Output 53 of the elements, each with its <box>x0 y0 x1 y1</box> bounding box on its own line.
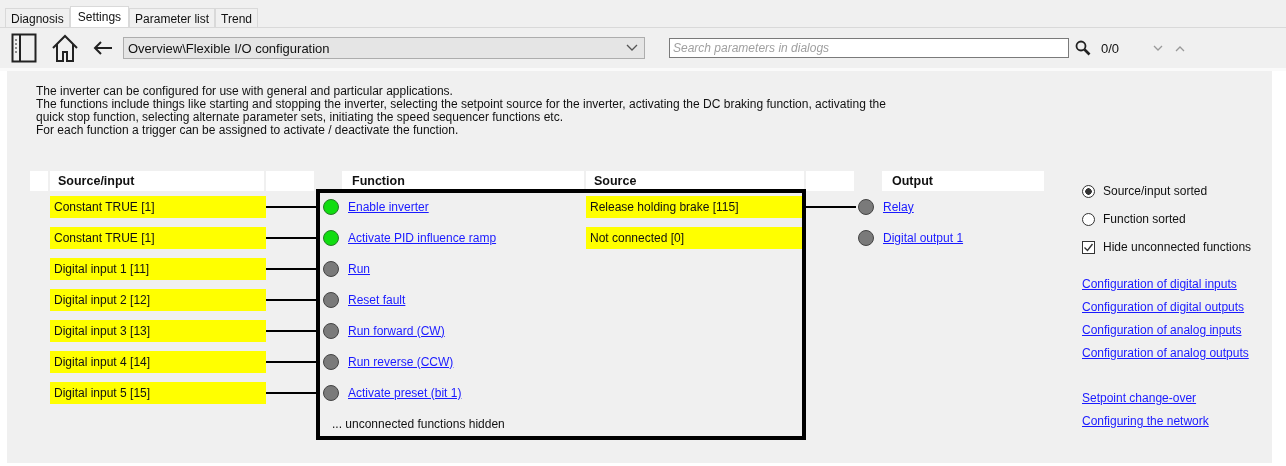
source-cell: Release holding brake [115] <box>586 195 802 218</box>
column-header: Output <box>882 171 1044 191</box>
tab[interactable]: Settings <box>69 6 130 27</box>
tab[interactable]: Trend <box>215 8 258 27</box>
back-arrow-icon[interactable] <box>93 41 113 55</box>
function-link[interactable]: Reset fault <box>348 292 406 307</box>
radio-label: Function sorted <box>1103 212 1186 226</box>
source-input-cell: Digital input 2 [12] <box>50 288 266 311</box>
output-link[interactable]: Relay <box>883 199 914 214</box>
source-input-cell: Digital input 5 [15] <box>50 381 266 404</box>
radio-icon[interactable] <box>1082 212 1095 226</box>
home-icon[interactable] <box>51 33 79 63</box>
tab[interactable]: Parameter list <box>129 8 216 27</box>
source-input-cell: Constant TRUE [1] <box>50 195 266 218</box>
checkbox[interactable] <box>1082 240 1095 254</box>
chevron-down-icon <box>626 44 638 52</box>
source-cell: Not connected [0] <box>586 226 802 249</box>
hidden-functions-note: ... unconnected functions hidden <box>331 417 506 431</box>
column-header: Source/input <box>50 171 264 191</box>
match-count: 0/0 <box>1101 40 1121 56</box>
column-header: Source <box>586 171 804 191</box>
checkbox-label: Hide unconnected functions <box>1103 240 1252 254</box>
configuration-link[interactable]: Setpoint change-over <box>1082 387 1252 410</box>
description-text: The functions include things like starting and stopping the inverter, selecting the setpoint source for the inverter, activating the DC braking function, activating the quick stop function, selecting alternate parameter sets, initiating the speed sequencer functions etc. <box>36 98 887 124</box>
function-link[interactable]: Run <box>348 261 370 276</box>
search-icon[interactable] <box>1075 40 1091 56</box>
configuration-link[interactable]: Configuration of analog inputs <box>1082 319 1252 342</box>
radio-label: Source/input sorted <box>1103 184 1208 198</box>
tab[interactable]: Diagnosis <box>5 8 70 27</box>
source-input-cell: Digital input 4 [14] <box>50 350 266 373</box>
path-dropdown[interactable]: Overview\Flexible I/O configuration <box>123 37 645 59</box>
header-cell <box>806 171 854 191</box>
search-field[interactable]: Search parameters in dialogs <box>669 38 1069 58</box>
output-link[interactable]: Digital output 1 <box>883 230 964 245</box>
source-input-cell: Digital input 1 [11] <box>50 257 266 280</box>
sidebar-icon[interactable] <box>11 33 37 63</box>
description-text: The inverter can be configured for use with general and particular applications. <box>36 85 454 98</box>
configuration-link[interactable]: Configuring the network <box>1082 410 1252 433</box>
description-text: For each function a trigger can be assigned to activate / deactivate the function. <box>36 124 459 137</box>
function-link[interactable]: Enable inverter <box>348 199 429 214</box>
source-input-cell: Digital input 3 [13] <box>50 319 266 342</box>
column-header: Function <box>342 171 584 191</box>
function-link[interactable]: Activate preset (bit 1) <box>348 385 462 400</box>
function-link[interactable]: Activate PID influence ramp <box>348 230 497 245</box>
source-input-cell: Constant TRUE [1] <box>50 226 266 249</box>
configuration-link[interactable]: Configuration of digital outputs <box>1082 296 1252 319</box>
sort-radio[interactable]: Source/input sorted <box>1082 177 1252 205</box>
function-link[interactable]: Run reverse (CCW) <box>348 354 454 369</box>
function-link[interactable]: Run forward (CW) <box>348 323 445 338</box>
configuration-link[interactable]: Configuration of digital inputs <box>1082 273 1252 296</box>
configuration-link[interactable]: Configuration of analog outputs <box>1082 342 1252 365</box>
sort-radio[interactable]: Function sorted <box>1082 205 1252 233</box>
radio-icon[interactable] <box>1082 184 1095 198</box>
